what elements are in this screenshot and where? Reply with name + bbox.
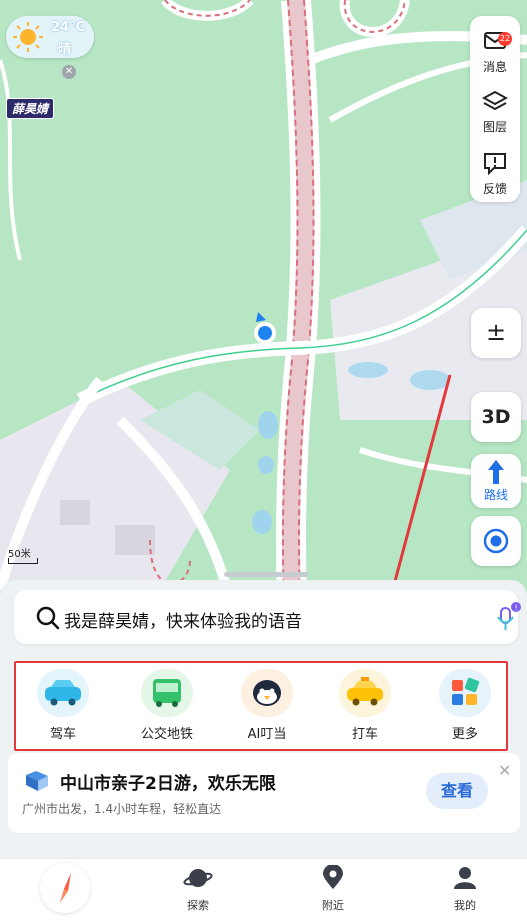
nav-explore[interactable]: 探索 bbox=[158, 865, 238, 913]
car-icon bbox=[37, 669, 89, 717]
map-scale-bar bbox=[8, 558, 38, 564]
route-button[interactable]: 路线 bbox=[471, 454, 521, 508]
bus-icon bbox=[141, 669, 193, 717]
taxi-icon bbox=[339, 669, 391, 717]
zoom-button[interactable]: ± bbox=[471, 308, 521, 358]
nav-label: 附近 bbox=[322, 899, 344, 912]
feedback-icon bbox=[484, 153, 506, 176]
svg-text:!: ! bbox=[515, 604, 518, 613]
nav-label: 探索 bbox=[187, 899, 209, 912]
location-pin-icon bbox=[323, 864, 343, 889]
nav-mine[interactable]: 我的 bbox=[425, 865, 505, 913]
nav-label: 我的 bbox=[454, 899, 476, 912]
promo-view-button[interactable]: 查看 bbox=[426, 773, 488, 809]
search-icon bbox=[36, 606, 60, 630]
weather-close-icon[interactable]: ✕ bbox=[62, 65, 76, 79]
route-arrow-icon bbox=[488, 460, 504, 484]
bottom-navigation: 探索 附近 我的 bbox=[0, 858, 527, 924]
layers-label: 图层 bbox=[482, 120, 507, 134]
more-apps-icon bbox=[439, 669, 491, 717]
3d-toggle-button[interactable]: 3D bbox=[471, 392, 521, 442]
quick-action-transit[interactable]: 公交地铁 bbox=[132, 669, 202, 742]
promo-subtitle: 广州市出发，1.4小时车程，轻松直达 bbox=[22, 802, 222, 816]
messages-label: 消息 bbox=[482, 60, 507, 74]
quick-action-label: 公交地铁 bbox=[140, 727, 193, 742]
user-icon bbox=[454, 867, 476, 889]
promo-close-icon[interactable]: ✕ bbox=[498, 761, 511, 780]
quick-action-taxi[interactable]: 打车 bbox=[330, 669, 400, 742]
map-canvas bbox=[0, 0, 527, 600]
promo-title: 中山市亲子2日游，欢乐无限 bbox=[60, 774, 276, 794]
quick-action-label: AI叮当 bbox=[247, 727, 287, 742]
quick-action-label: 打车 bbox=[351, 727, 378, 742]
locate-icon bbox=[483, 528, 509, 554]
search-bar[interactable]: 我是薛昊婧，快来体验我的语音 ! bbox=[14, 590, 521, 644]
messages-button[interactable]: 22 消息 bbox=[470, 20, 520, 76]
map-view[interactable] bbox=[0, 0, 527, 600]
sun-icon bbox=[11, 20, 45, 54]
planet-icon bbox=[183, 869, 213, 887]
guide-book-icon bbox=[26, 771, 48, 791]
user-name-tag: 薛昊婧 bbox=[6, 98, 55, 119]
sheet-drag-handle[interactable] bbox=[224, 572, 308, 577]
quick-action-ai[interactable]: AI叮当 bbox=[232, 669, 302, 742]
weather-widget[interactable]: 24°C 晴 bbox=[6, 16, 94, 58]
nav-home-button[interactable] bbox=[40, 863, 90, 913]
map-side-panel: 22 消息 图层 反馈 bbox=[470, 16, 520, 202]
locate-button[interactable] bbox=[471, 516, 521, 566]
quick-action-label: 更多 bbox=[451, 727, 478, 742]
layers-icon bbox=[482, 90, 508, 111]
ai-assistant-icon bbox=[241, 669, 293, 717]
route-label: 路线 bbox=[483, 488, 508, 502]
nav-nearby[interactable]: 附近 bbox=[293, 864, 373, 913]
weather-condition: 晴 bbox=[58, 42, 72, 57]
message-count-badge: 22 bbox=[498, 32, 512, 46]
search-placeholder: 我是薛昊婧，快来体验我的语音 bbox=[64, 612, 302, 632]
compass-icon bbox=[60, 873, 71, 903]
quick-actions-bar: 驾车 公交地铁 AI叮当 打车 更多 bbox=[14, 661, 508, 751]
weather-temperature: 24°C bbox=[51, 20, 86, 35]
quick-action-label: 驾车 bbox=[49, 727, 76, 742]
voice-mic-icon[interactable]: ! bbox=[496, 602, 522, 634]
layers-button[interactable]: 图层 bbox=[470, 80, 520, 136]
feedback-label: 反馈 bbox=[482, 182, 507, 196]
quick-action-drive[interactable]: 驾车 bbox=[28, 669, 98, 742]
quick-action-more[interactable]: 更多 bbox=[430, 669, 500, 742]
feedback-button[interactable]: 反馈 bbox=[470, 142, 520, 198]
promo-card[interactable]: 中山市亲子2日游，欢乐无限 广州市出发，1.4小时车程，轻松直达 查看 ✕ bbox=[8, 753, 520, 833]
